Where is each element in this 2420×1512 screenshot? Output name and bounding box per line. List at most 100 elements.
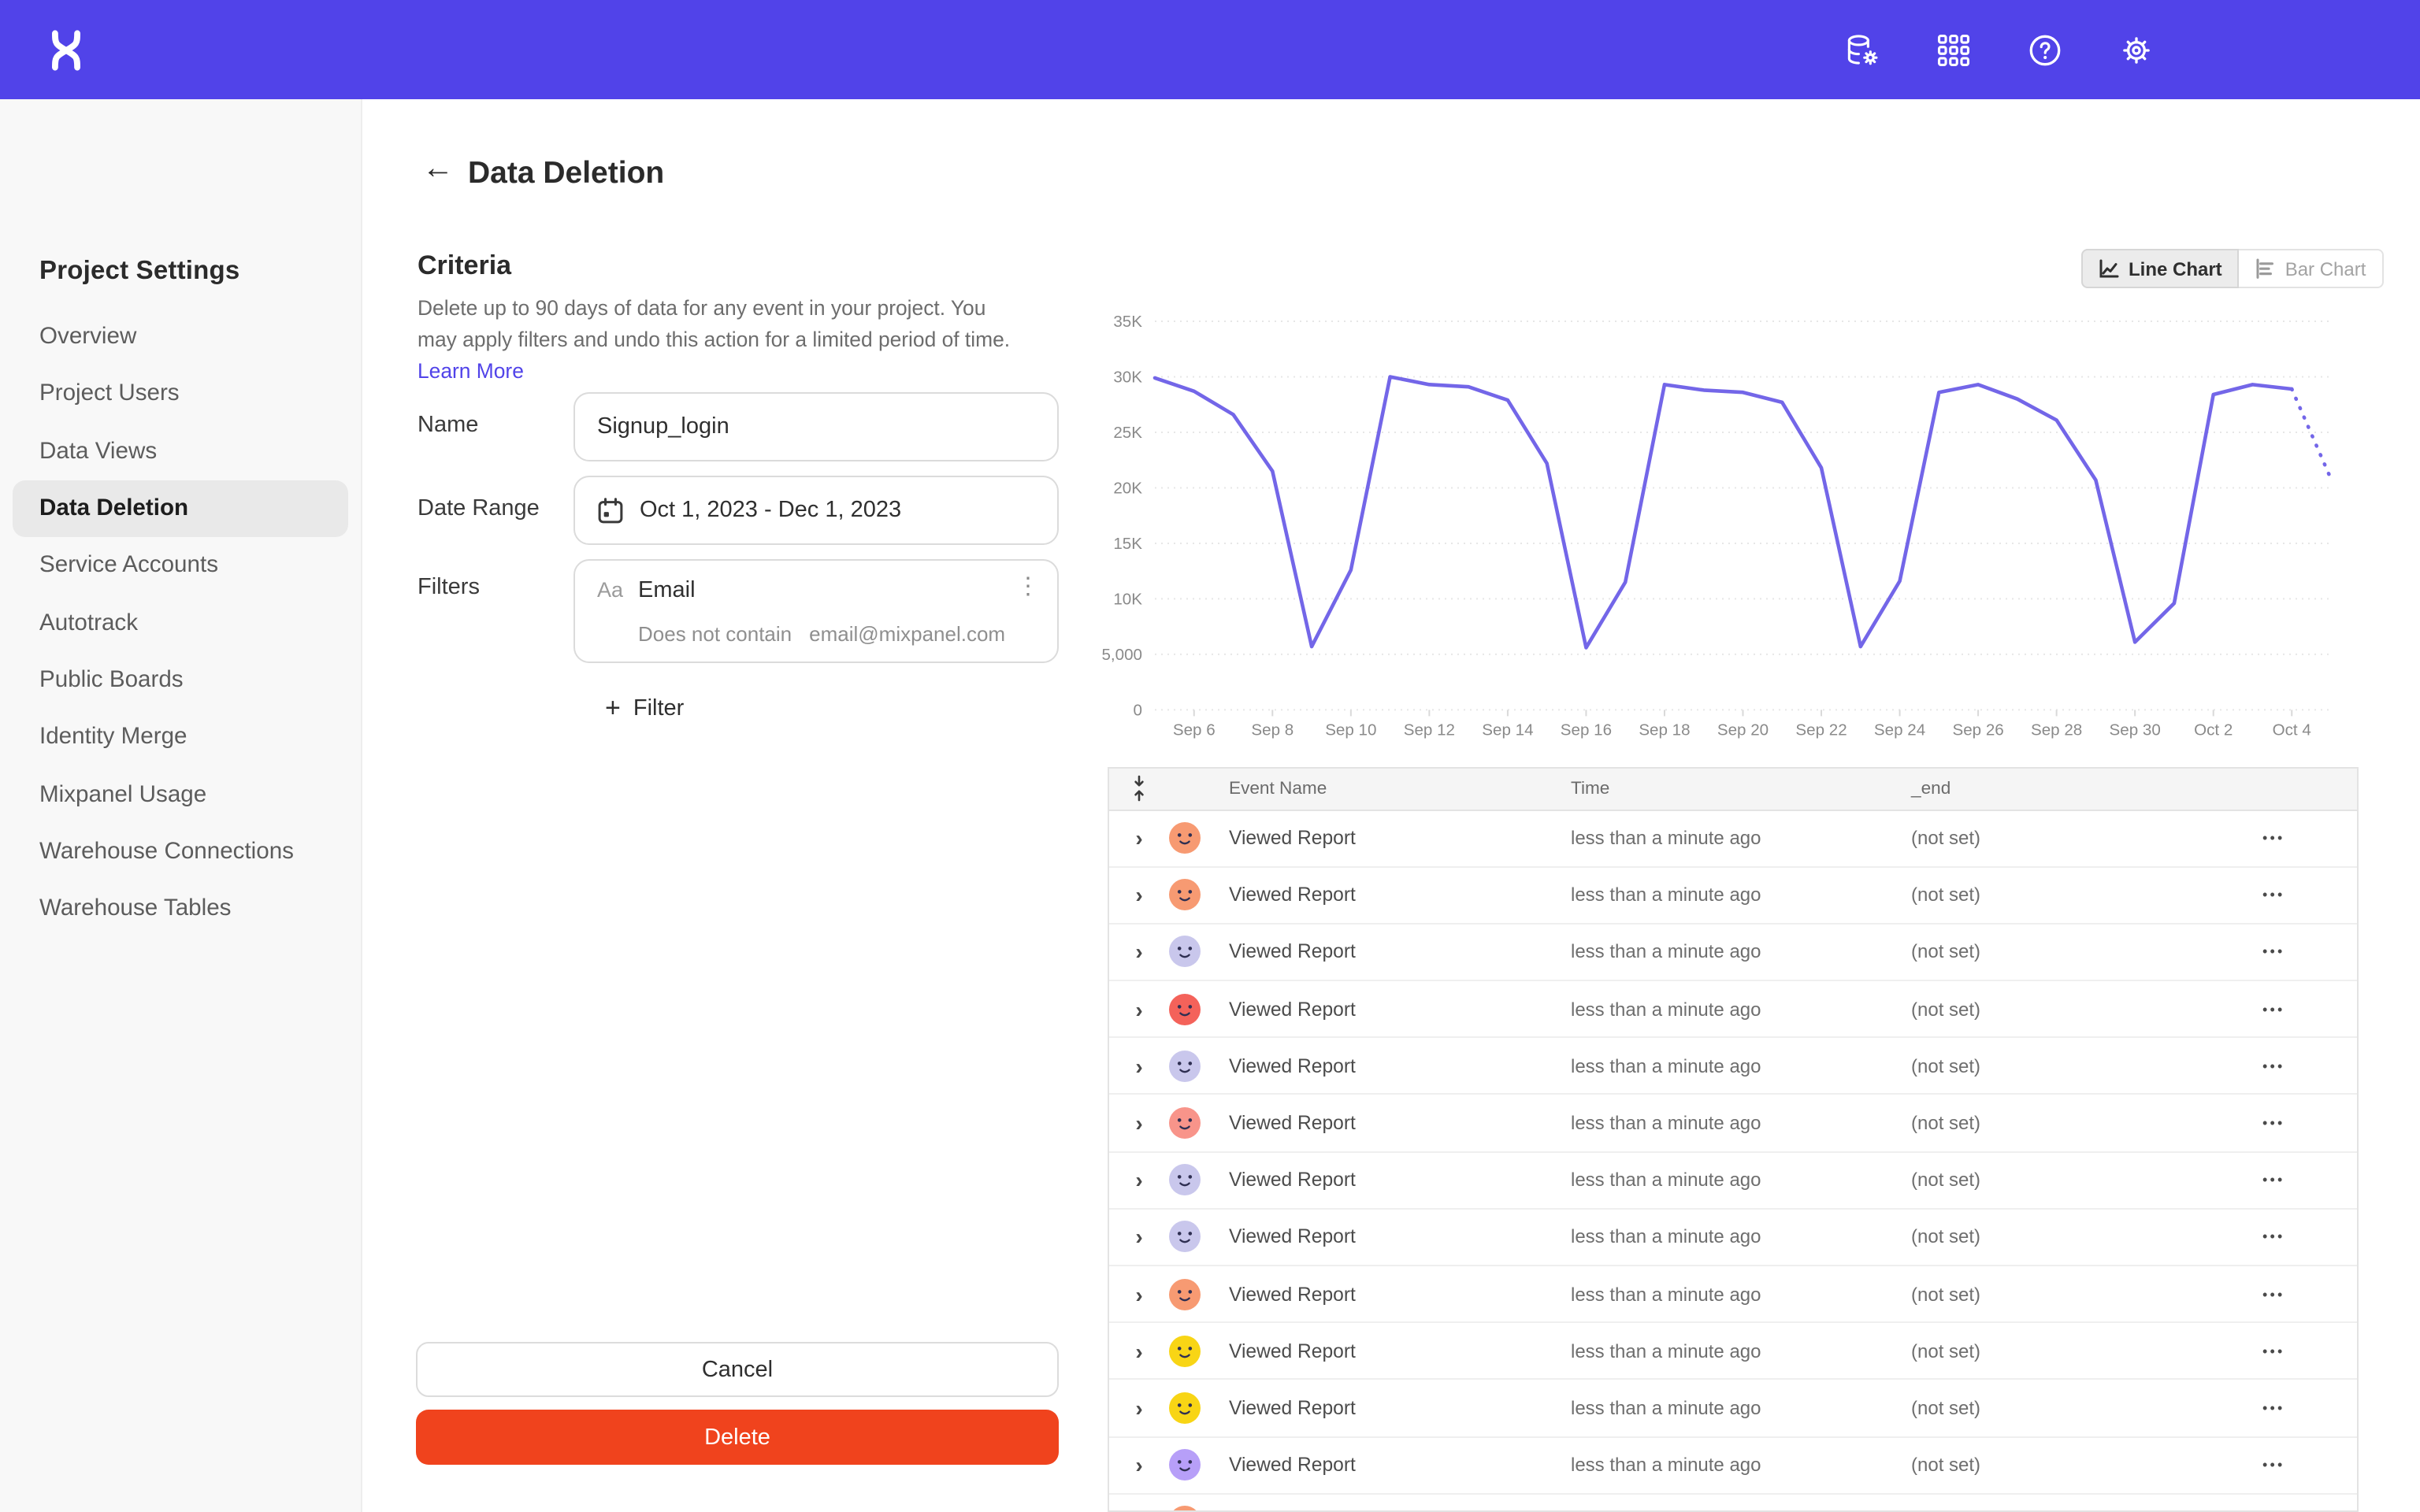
table-row[interactable]: ›Viewed Reportless than a minute ago(not… — [1109, 981, 2357, 1038]
table-row[interactable]: ›Viewed Reportless than a minute ago(not… — [1109, 1095, 2357, 1152]
apps-grid-icon[interactable] — [1935, 32, 1973, 69]
row-expand-icon[interactable]: › — [1135, 1340, 1142, 1362]
row-menu-icon[interactable]: ••• — [2262, 1172, 2285, 1188]
table-row[interactable]: ›Viewed Reportless than a minute ago(not… — [1109, 1152, 2357, 1209]
date-range-input[interactable]: Oct 1, 2023 - Dec 1, 2023 — [573, 476, 1059, 545]
mixpanel-logo-icon[interactable] — [47, 30, 85, 71]
x-axis-tick-label: Oct 4 — [2273, 721, 2311, 739]
bar-chart-toggle[interactable]: Bar Chart — [2240, 249, 2384, 288]
filter-value[interactable]: email@mixpanel.com — [809, 622, 1005, 646]
row-expand-icon[interactable]: › — [1135, 1397, 1142, 1419]
row-menu-icon[interactable]: ••• — [2262, 1457, 2285, 1473]
user-avatar — [1169, 1336, 1201, 1367]
sidebar-item-data-views[interactable]: Data Views — [0, 423, 361, 480]
x-axis-tick-label: Sep 24 — [1874, 721, 1925, 739]
sidebar-title: Project Settings — [39, 257, 239, 287]
user-avatar — [1169, 1392, 1201, 1424]
table-row[interactable]: ›Viewed Reportless than a minute ago(not… — [1109, 1323, 2357, 1380]
end-cell: (not set) — [1911, 941, 2250, 963]
end-cell: (not set) — [1911, 1283, 2250, 1305]
x-axis-tick-label: Oct 2 — [2194, 721, 2233, 739]
y-axis-tick-label: 25K — [1113, 424, 1142, 442]
events-table: Event Name Time _end ›Viewed Reportless … — [1108, 767, 2359, 1512]
name-input[interactable]: Signup_login — [573, 392, 1059, 461]
user-avatar — [1169, 1278, 1201, 1310]
help-icon[interactable] — [2026, 32, 2064, 69]
time-cell: less than a minute ago — [1571, 998, 1911, 1020]
sidebar-item-mixpanel-usage[interactable]: Mixpanel Usage — [0, 766, 361, 824]
time-cell: less than a minute ago — [1571, 1055, 1911, 1077]
line-chart-toggle[interactable]: Line Chart — [2081, 249, 2240, 288]
table-row[interactable]: ›Viewed Reportless than a minute ago(not… — [1109, 1210, 2357, 1266]
x-axis-tick-label: Sep 26 — [1952, 721, 2003, 739]
row-menu-icon[interactable]: ••• — [2262, 1229, 2285, 1245]
table-row[interactable]: ›Viewed Reportless than a minute ago(not… — [1109, 810, 2357, 867]
back-arrow-icon[interactable]: ← — [422, 153, 454, 184]
plus-icon: + — [605, 695, 621, 721]
table-row[interactable]: ›Viewed Reportless than a minute ago(not… — [1109, 925, 2357, 981]
user-avatar — [1169, 1107, 1201, 1139]
sidebar-item-identity-merge[interactable]: Identity Merge — [0, 709, 361, 766]
row-menu-icon[interactable]: ••• — [2262, 830, 2285, 846]
learn-more-link[interactable]: Learn More — [418, 360, 524, 384]
user-avatar — [1169, 880, 1201, 911]
row-menu-icon[interactable]: ••• — [2262, 1400, 2285, 1416]
time-cell: less than a minute ago — [1571, 1340, 1911, 1362]
column-header-time[interactable]: Time — [1571, 780, 1911, 799]
cancel-button[interactable]: Cancel — [416, 1342, 1059, 1397]
row-expand-icon[interactable]: › — [1135, 884, 1142, 906]
sidebar-item-overview[interactable]: Overview — [0, 309, 361, 366]
x-axis-tick-label: Sep 6 — [1173, 721, 1216, 739]
row-expand-icon[interactable]: › — [1135, 941, 1142, 963]
delete-button[interactable]: Delete — [416, 1410, 1059, 1465]
table-row[interactable]: ›Viewed Reportless than a minute ago(not… — [1109, 1380, 2357, 1437]
sidebar-item-warehouse-connections[interactable]: Warehouse Connections — [0, 823, 361, 880]
table-row[interactable]: ›Viewed Reportless than a minute ago(not… — [1109, 1266, 2357, 1323]
sidebar-item-autotrack[interactable]: Autotrack — [0, 595, 361, 652]
column-header-end[interactable]: _end — [1911, 780, 2250, 799]
row-menu-icon[interactable]: ••• — [2262, 1286, 2285, 1302]
filter-operator[interactable]: Does not contain — [638, 622, 792, 646]
add-filter-button[interactable]: + Filter — [605, 695, 684, 721]
row-expand-icon[interactable]: › — [1135, 827, 1142, 849]
line-chart-canvas: 05,00010K15K20K25K30K35KSep 6Sep 8Sep 10… — [1076, 309, 2362, 743]
data-governance-icon[interactable] — [1843, 32, 1881, 69]
line-series[interactable] — [1155, 376, 2292, 647]
sidebar-item-warehouse-tables[interactable]: Warehouse Tables — [0, 880, 361, 938]
row-expand-icon[interactable]: › — [1135, 1112, 1142, 1134]
column-header-event-name[interactable]: Event Name — [1229, 780, 1571, 799]
table-row[interactable]: ›Viewed Reportless than a minute ago(not… — [1109, 1437, 2357, 1494]
sort-rows-icon[interactable] — [1130, 776, 1149, 802]
table-row[interactable]: ›Viewed Reportless than a minute ago(not… — [1109, 1495, 2357, 1512]
settings-gear-icon[interactable] — [2118, 32, 2155, 69]
row-expand-icon[interactable]: › — [1135, 1283, 1142, 1305]
table-row[interactable]: ›Viewed Reportless than a minute ago(not… — [1109, 1039, 2357, 1095]
sidebar-item-data-deletion[interactable]: Data Deletion — [13, 480, 348, 538]
row-menu-icon[interactable]: ••• — [2262, 1001, 2285, 1017]
user-avatar — [1169, 1506, 1201, 1512]
row-menu-icon[interactable]: ••• — [2262, 1115, 2285, 1131]
table-row[interactable]: ›Viewed Reportless than a minute ago(not… — [1109, 867, 2357, 924]
row-expand-icon[interactable]: › — [1135, 1454, 1142, 1476]
x-axis-tick-label: Sep 22 — [1795, 721, 1847, 739]
row-expand-icon[interactable]: › — [1135, 1055, 1142, 1077]
name-label: Name — [418, 413, 478, 438]
sidebar-item-project-users[interactable]: Project Users — [0, 366, 361, 424]
filter-condition: Does not contain email@mixpanel.com — [638, 622, 1005, 646]
row-expand-icon[interactable]: › — [1135, 1226, 1142, 1248]
user-avatar — [1169, 1449, 1201, 1480]
x-axis-tick-label: Sep 18 — [1639, 721, 1690, 739]
user-avatar — [1169, 1221, 1201, 1253]
row-expand-icon[interactable]: › — [1135, 998, 1142, 1020]
filter-card[interactable]: Aa Email ⋮ Does not containemail@mixpane… — [573, 559, 1059, 663]
row-expand-icon[interactable]: › — [1135, 1169, 1142, 1191]
row-menu-icon[interactable]: ••• — [2262, 1058, 2285, 1074]
filter-menu-icon[interactable]: ⋮ — [1016, 573, 1040, 602]
row-menu-icon[interactable]: ••• — [2262, 1343, 2285, 1359]
sidebar-item-service-accounts[interactable]: Service Accounts — [0, 537, 361, 595]
row-menu-icon[interactable]: ••• — [2262, 944, 2285, 960]
bar-chart-icon — [2255, 258, 2276, 279]
user-avatar — [1169, 936, 1201, 968]
sidebar-item-public-boards[interactable]: Public Boards — [0, 652, 361, 710]
row-menu-icon[interactable]: ••• — [2262, 888, 2285, 903]
